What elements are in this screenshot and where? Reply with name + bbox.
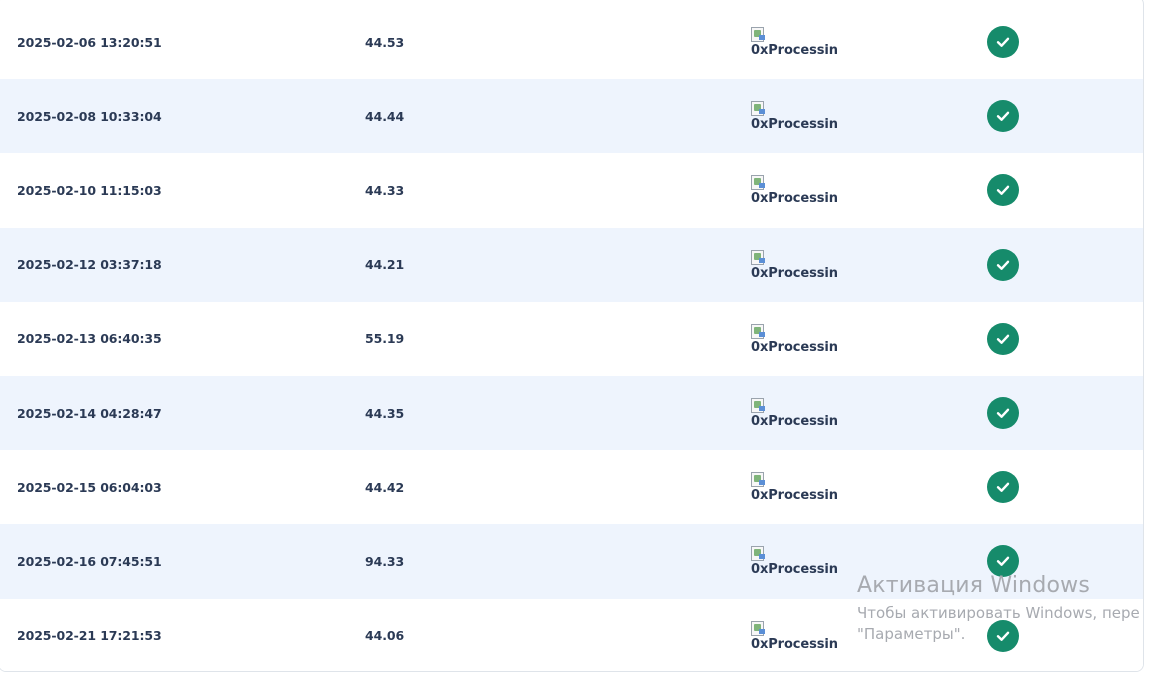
- table-row[interactable]: 2025-02-15 06:04:03 44.42 0xProcessin: [0, 450, 1143, 525]
- date-cell: 2025-02-06 13:20:51: [17, 34, 162, 50]
- broken-image-icon: [751, 398, 767, 414]
- status-cell: [987, 524, 1019, 598]
- table-row[interactable]: 2025-02-10 11:15:03 44.33 0xProcessin: [0, 153, 1143, 228]
- table-row[interactable]: 2025-02-21 17:21:53 44.06 0xProcessin: [0, 598, 1143, 672]
- amount-cell: 44.53: [365, 34, 405, 50]
- processor-alt-text: 0xProcessin: [751, 117, 838, 133]
- date-cell: 2025-02-16 07:45:51: [17, 553, 162, 569]
- processor-alt-text: 0xProcessin: [751, 562, 838, 578]
- status-cell: [987, 5, 1019, 79]
- status-cell: [987, 376, 1019, 450]
- date-cell: 2025-02-14 04:28:47: [17, 405, 162, 421]
- processor-alt-text: 0xProcessin: [751, 191, 838, 207]
- processor-alt-text: 0xProcessin: [751, 636, 838, 652]
- processor-logo: 0xProcessin: [751, 472, 838, 502]
- broken-image-icon: [751, 175, 767, 191]
- date-cell: 2025-02-10 11:15:03: [17, 182, 162, 198]
- table-row[interactable]: 2025-02-13 06:40:35 55.19 0xProcessin: [0, 301, 1143, 376]
- check-circle-icon: [987, 397, 1019, 430]
- amount-cell: 55.19: [365, 331, 405, 347]
- transactions-card: 2025-02-06 13:20:51 44.53 0xProcessin 20…: [0, 0, 1144, 672]
- status-cell: [987, 450, 1019, 524]
- processor-logo: 0xProcessin: [751, 398, 838, 428]
- status-cell: [987, 153, 1019, 227]
- amount-cell: 94.33: [365, 553, 405, 569]
- processor-alt-text: 0xProcessin: [751, 414, 838, 430]
- processor-cell: 0xProcessin: [751, 450, 838, 524]
- check-circle-icon: [987, 619, 1019, 652]
- processor-logo: 0xProcessin: [751, 323, 838, 355]
- transactions-table: 2025-02-06 13:20:51 44.53 0xProcessin 20…: [0, 5, 1143, 672]
- check-circle-icon: [987, 174, 1019, 207]
- broken-image-icon: [751, 101, 767, 117]
- date-cell: 2025-02-21 17:21:53: [17, 628, 162, 644]
- processor-alt-text: 0xProcessin: [751, 339, 838, 355]
- table-row[interactable]: 2025-02-14 04:28:47 44.35 0xProcessin: [0, 375, 1143, 451]
- amount-cell: 44.21: [365, 257, 405, 273]
- check-circle-icon: [987, 100, 1019, 133]
- processor-alt-text: 0xProcessin: [751, 265, 838, 281]
- amount-cell: 44.42: [365, 479, 405, 495]
- status-cell: [987, 79, 1019, 153]
- processor-logo: 0xProcessin: [751, 620, 838, 652]
- check-circle-icon: [987, 322, 1019, 355]
- broken-image-icon: [751, 249, 767, 266]
- processor-cell: 0xProcessin: [751, 599, 838, 672]
- processor-cell: 0xProcessin: [751, 228, 838, 302]
- date-cell: 2025-02-12 03:37:18: [17, 257, 162, 273]
- processor-cell: 0xProcessin: [751, 302, 838, 376]
- processor-cell: 0xProcessin: [751, 153, 838, 227]
- amount-cell: 44.44: [365, 108, 405, 124]
- check-circle-icon: [987, 248, 1019, 281]
- status-cell: [987, 228, 1019, 302]
- table-row[interactable]: 2025-02-12 03:37:18 44.21 0xProcessin: [0, 227, 1143, 302]
- check-circle-icon: [987, 471, 1019, 504]
- processor-logo: 0xProcessin: [751, 101, 838, 131]
- broken-image-icon: [751, 27, 767, 43]
- status-cell: [987, 302, 1019, 376]
- processor-alt-text: 0xProcessin: [751, 43, 838, 59]
- table-row[interactable]: 2025-02-08 10:33:04 44.44 0xProcessin: [0, 79, 1143, 154]
- date-cell: 2025-02-08 10:33:04: [17, 108, 162, 124]
- processor-alt-text: 0xProcessin: [751, 488, 838, 504]
- amount-cell: 44.06: [365, 628, 405, 644]
- processor-cell: 0xProcessin: [751, 5, 838, 79]
- processor-cell: 0xProcessin: [751, 79, 838, 153]
- table-row[interactable]: 2025-02-16 07:45:51 94.33 0xProcessin: [0, 524, 1143, 599]
- processor-cell: 0xProcessin: [751, 524, 838, 598]
- status-cell: [987, 599, 1019, 672]
- processor-cell: 0xProcessin: [751, 376, 838, 450]
- broken-image-icon: [751, 323, 767, 340]
- date-cell: 2025-02-15 06:04:03: [17, 479, 162, 495]
- amount-cell: 44.33: [365, 182, 405, 198]
- broken-image-icon: [751, 620, 767, 637]
- processor-logo: 0xProcessin: [751, 546, 838, 576]
- check-circle-icon: [987, 26, 1019, 59]
- amount-cell: 44.35: [365, 405, 405, 421]
- broken-image-icon: [751, 546, 767, 562]
- check-circle-icon: [987, 545, 1019, 578]
- table-row[interactable]: 2025-02-06 13:20:51 44.53 0xProcessin: [0, 5, 1143, 80]
- broken-image-icon: [751, 472, 767, 488]
- processor-logo: 0xProcessin: [751, 249, 838, 281]
- date-cell: 2025-02-13 06:40:35: [17, 331, 162, 347]
- processor-logo: 0xProcessin: [751, 175, 838, 205]
- processor-logo: 0xProcessin: [751, 27, 838, 57]
